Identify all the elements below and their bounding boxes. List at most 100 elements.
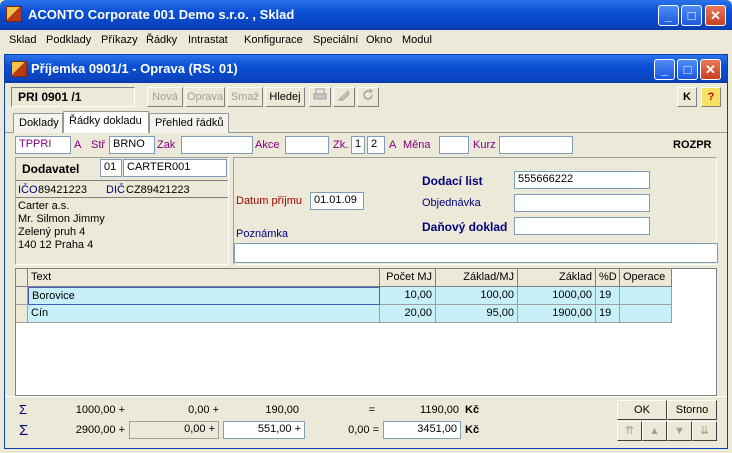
zk-field-2[interactable]: 2 <box>367 136 385 154</box>
col-zaklad-mj[interactable]: Základ/MJ <box>436 269 518 287</box>
sum1-vat: 190,00 <box>265 404 299 416</box>
table-cell-operation[interactable] <box>620 305 672 323</box>
tax-doc-field[interactable] <box>514 217 650 235</box>
col-operace[interactable]: Operace <box>620 269 672 287</box>
address-line-1: Carter a.s. <box>18 200 70 212</box>
search-button[interactable]: Hledej <box>265 87 305 107</box>
menu-modul[interactable]: Modul <box>402 34 432 46</box>
table-cell-qty[interactable]: 10,00 <box>380 287 436 305</box>
sum2-base: 2900,00 + <box>75 424 125 436</box>
close-button[interactable]: ✕ <box>705 5 726 26</box>
menu-okno[interactable]: Okno <box>366 34 392 46</box>
table-cell-base[interactable]: 1900,00 <box>518 305 596 323</box>
table-cell-qty[interactable]: 20,00 <box>380 305 436 323</box>
date-label: Datum příjmu <box>236 195 303 207</box>
tab-prehled-radku[interactable]: Přehled řádků <box>149 113 229 133</box>
last-record-icon[interactable]: ⇊ <box>692 421 717 441</box>
mena-field[interactable] <box>439 136 469 154</box>
row-selector[interactable] <box>16 287 28 305</box>
delivery-field[interactable]: 555666222 <box>514 171 650 189</box>
doc-maximize-button[interactable]: □ <box>677 59 698 80</box>
akce-field[interactable] <box>285 136 329 154</box>
menu-prikazy[interactable]: Příkazy <box>101 34 138 46</box>
note-label: Poznámka <box>236 228 288 240</box>
sum1-equals: = <box>368 404 375 416</box>
document-icon <box>11 61 27 77</box>
col-dph[interactable]: %D <box>596 269 620 287</box>
col-pocet-mj[interactable]: Počet MJ <box>380 269 436 287</box>
type-field[interactable]: TPPRI <box>15 136 71 154</box>
menu-podklady[interactable]: Podklady <box>46 34 91 46</box>
kurz-label: Kurz <box>473 139 496 151</box>
col-zaklad[interactable]: Základ <box>518 269 596 287</box>
rozpr-label: ROZPR <box>673 139 712 151</box>
menu-konfigurace[interactable]: Konfigurace <box>244 34 303 46</box>
sum2-zero-eq: 0,00 = <box>348 424 379 436</box>
dic-value: CZ89421223 <box>126 184 190 196</box>
menu-specialni[interactable]: Speciální <box>313 34 358 46</box>
tab-radky-dokladu[interactable]: Řádky dokladu <box>63 111 149 133</box>
zk-flag: A <box>389 139 397 151</box>
zk-field-1[interactable]: 1 <box>351 136 365 154</box>
help-button[interactable]: ? <box>701 87 721 107</box>
sum2-currency: Kč <box>465 424 480 436</box>
tool-icon[interactable] <box>333 87 355 107</box>
k-button[interactable]: K <box>677 87 697 107</box>
table-cell-text[interactable]: Cín <box>28 305 380 323</box>
zk-label: Zk. <box>333 139 349 151</box>
row-selector[interactable] <box>16 305 28 323</box>
table-cell-unit-price[interactable]: 95,00 <box>436 305 518 323</box>
sigma-icon: Σ <box>19 422 29 439</box>
table-cell-base[interactable]: 1000,00 <box>518 287 596 305</box>
kurz-field[interactable] <box>499 136 573 154</box>
note-field[interactable] <box>234 243 718 263</box>
items-grid[interactable]: Text Počet MJ Základ/MJ Základ %D Operac… <box>15 268 717 396</box>
menu-sklad[interactable]: Sklad <box>9 34 37 46</box>
sum1-currency: Kč <box>465 404 480 416</box>
table-cell-operation[interactable] <box>620 287 672 305</box>
toolbar: PRI 0901 /1 Nová Oprava Smaž Hledej K ? <box>11 87 723 109</box>
print-icon[interactable] <box>309 87 331 107</box>
zak-label: Zak <box>157 139 176 151</box>
supplier-code-field[interactable]: CARTER001 <box>123 159 227 177</box>
supplier-divider <box>16 180 228 181</box>
table-cell-vat[interactable]: 19 <box>596 305 620 323</box>
table-cell-text[interactable]: Borovice <box>28 287 380 305</box>
sum2-total-field[interactable]: 3451,00 <box>383 421 461 439</box>
dic-label: DIČ <box>106 184 125 196</box>
edit-button[interactable]: Oprava <box>185 87 225 107</box>
address-line-2: Mr. Silmon Jimmy <box>18 213 105 225</box>
sum1-zero: 0,00 + <box>188 404 219 416</box>
str-field[interactable]: BRNO <box>109 136 155 154</box>
tab-doklady[interactable]: Doklady <box>13 113 63 133</box>
minimize-button[interactable]: _ <box>658 5 679 26</box>
delivery-label: Dodací list <box>422 174 483 188</box>
date-field[interactable]: 01.01.09 <box>310 192 364 210</box>
zak-field[interactable] <box>181 136 253 154</box>
table-cell-unit-price[interactable]: 100,00 <box>436 287 518 305</box>
doc-close-button[interactable]: ✕ <box>700 59 721 80</box>
tax-doc-label: Daňový doklad <box>422 220 508 234</box>
refresh-icon[interactable] <box>357 87 379 107</box>
document-titlebar: Příjemka 0901/1 - Oprava (RS: 01) _ □ ✕ <box>5 55 727 83</box>
prev-record-icon[interactable]: ▲ <box>642 421 667 441</box>
address-line-4: 140 12 Praha 4 <box>18 239 94 251</box>
first-record-icon[interactable]: ⇈ <box>617 421 642 441</box>
maximize-button[interactable]: □ <box>681 5 702 26</box>
supplier-prefix-field[interactable]: 01 <box>100 159 122 177</box>
grid-corner <box>16 269 28 287</box>
order-field[interactable] <box>514 194 650 212</box>
next-record-icon[interactable]: ▼ <box>667 421 692 441</box>
sum2-vat-field[interactable]: 551,00 + <box>223 421 305 439</box>
menu-intrastat[interactable]: Intrastat <box>188 34 228 46</box>
table-cell-vat[interactable]: 19 <box>596 287 620 305</box>
col-text[interactable]: Text <box>28 269 380 287</box>
doc-minimize-button[interactable]: _ <box>654 59 675 80</box>
receipt-panel: Datum příjmu 01.01.09 Poznámka Dodací li… <box>233 157 718 265</box>
storno-button[interactable]: Storno <box>667 400 717 420</box>
menu-radky[interactable]: Řádky <box>146 34 177 46</box>
supplier-panel: Dodavatel 01 CARTER001 IČO 89421223 DIČ … <box>15 157 229 265</box>
new-button[interactable]: Nová <box>147 87 183 107</box>
ok-button[interactable]: OK <box>617 400 667 420</box>
delete-button[interactable]: Smaž <box>227 87 263 107</box>
